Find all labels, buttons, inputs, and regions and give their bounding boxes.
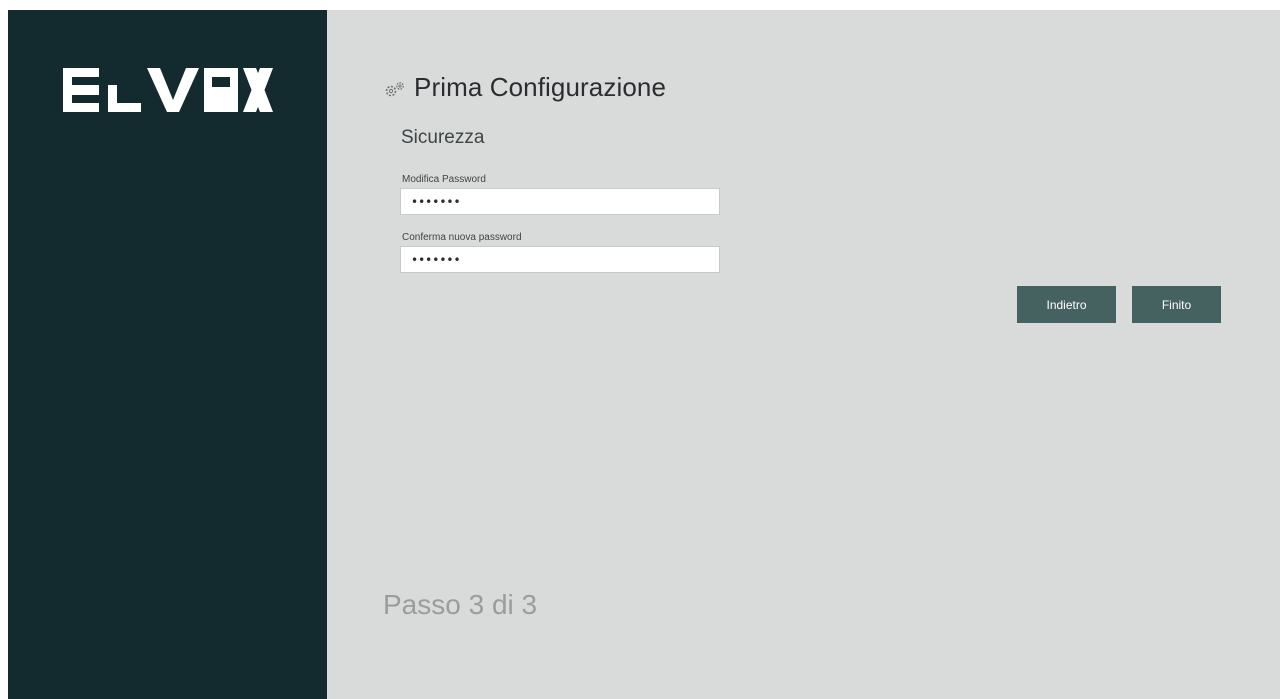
elvox-logo — [63, 68, 273, 112]
confirm-password-label: Conferma nuova password — [402, 232, 522, 243]
section-title: Sicurezza — [401, 127, 485, 148]
password-label: Modifica Password — [402, 174, 486, 185]
back-button[interactable]: Indietro — [1017, 286, 1116, 323]
sidebar — [8, 10, 327, 699]
gears-icon — [385, 81, 404, 96]
page-title: Prima Configurazione — [384, 72, 666, 103]
step-indicator: Passo 3 di 3 — [383, 589, 538, 620]
setup-screen: Prima Configurazione Sicurezza Modifica … — [8, 10, 1280, 699]
page-title-text: Prima Configurazione — [414, 72, 667, 102]
done-button[interactable]: Finito — [1132, 286, 1221, 323]
password-input[interactable] — [400, 188, 720, 215]
confirm-password-input[interactable] — [400, 246, 720, 273]
